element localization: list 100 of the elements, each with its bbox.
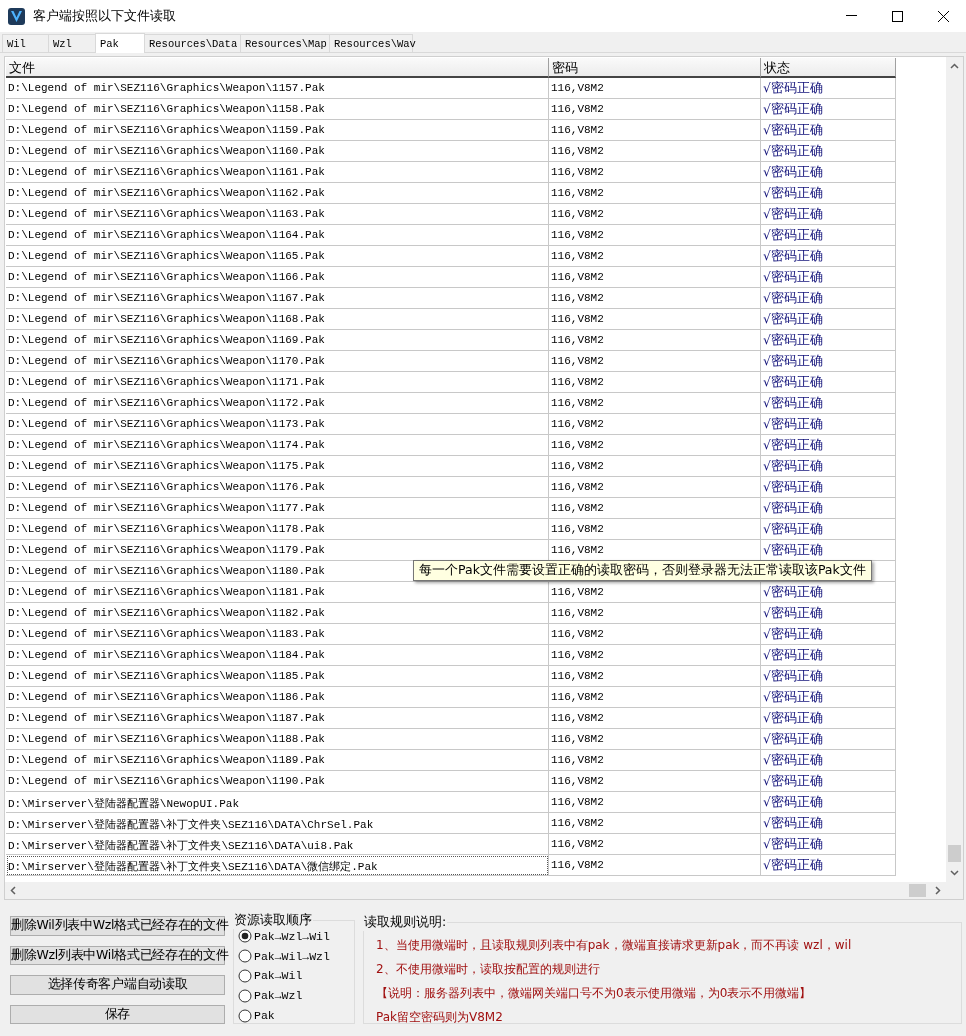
table-cell: D:\Legend of mir\SEZ116\Graphics\Weapon\1171.Pak xyxy=(6,372,549,393)
table-cell: D:\Legend of mir\SEZ116\Graphics\Weapon\1186.Pak xyxy=(6,687,549,708)
table-cell: 116,V8M2 xyxy=(549,225,761,246)
tab[interactable]: Resources\Map xyxy=(240,34,330,52)
table-cell: 116,V8M2 xyxy=(549,813,761,834)
status-cell: √密码正确 xyxy=(761,687,896,708)
table-cell: 116,V8M2 xyxy=(549,393,761,414)
radio-icon[interactable] xyxy=(238,949,252,964)
radio-checked-icon[interactable] xyxy=(238,929,252,944)
radio-option[interactable]: Pak xyxy=(238,1008,350,1023)
status-cell: √密码正确 xyxy=(761,456,896,477)
radio-icon[interactable] xyxy=(238,1008,252,1023)
table-cell: D:\Legend of mir\SEZ116\Graphics\Weapon\1159.Pak xyxy=(6,120,549,141)
table-cell: 116,V8M2 xyxy=(549,267,761,288)
table-cell: 116,V8M2 xyxy=(549,687,761,708)
scroll-left-icon xyxy=(10,886,16,895)
radio-icon[interactable] xyxy=(238,988,252,1003)
rule-text: 1、当使用微端时，且读取规则列表中有pak，微端直接请求更新pak，而不再读 wzl，wil xyxy=(376,937,853,954)
status-cell: √密码正确 xyxy=(761,288,896,309)
status-cell: √密码正确 xyxy=(761,414,896,435)
radio-option[interactable]: Pak→Wzl→Wil xyxy=(238,929,350,944)
table-cell: 116,V8M2 xyxy=(549,162,761,183)
status-cell: √密码正确 xyxy=(761,351,896,372)
table-cell: D:\Legend of mir\SEZ116\Graphics\Weapon\1188.Pak xyxy=(6,729,549,750)
table-cell: D:\Mirserver\登陆器配置器\NewopUI.Pak xyxy=(6,792,549,813)
table-cell: 116,V8M2 xyxy=(549,477,761,498)
status-cell: √密码正确 xyxy=(761,225,896,246)
tab[interactable]: Pak xyxy=(95,33,145,53)
table-cell: 116,V8M2 xyxy=(549,141,761,162)
table-cell: D:\Legend of mir\SEZ116\Graphics\Weapon\1190.Pak xyxy=(6,771,549,792)
table-cell: 116,V8M2 xyxy=(549,729,761,750)
horizontal-scrollbar[interactable] xyxy=(5,882,946,899)
status-cell: √密码正确 xyxy=(761,393,896,414)
table-cell: D:\Legend of mir\SEZ116\Graphics\Weapon\1185.Pak xyxy=(6,666,549,687)
tooltip: 每一个Pak文件需要设置正确的读取密码，否则登录器无法正常读取该Pak文件 xyxy=(413,560,872,581)
status-cell: √密码正确 xyxy=(761,813,896,834)
table-cell: D:\Legend of mir\SEZ116\Graphics\Weapon\1187.Pak xyxy=(6,708,549,729)
status-cell: √密码正确 xyxy=(761,309,896,330)
table-cell: D:\Legend of mir\SEZ116\Graphics\Weapon\1184.Pak xyxy=(6,645,549,666)
tab[interactable]: Wil xyxy=(2,34,49,52)
status-cell: √密码正确 xyxy=(761,477,896,498)
table-cell: D:\Legend of mir\SEZ116\Graphics\Weapon\1183.Pak xyxy=(6,624,549,645)
status-cell: √密码正确 xyxy=(761,435,896,456)
status-cell: √密码正确 xyxy=(761,120,896,141)
column-header[interactable]: 文件 xyxy=(6,58,549,78)
table-cell: 116,V8M2 xyxy=(549,183,761,204)
table-cell: D:\Legend of mir\SEZ116\Graphics\Weapon\1176.Pak xyxy=(6,477,549,498)
table-cell: 116,V8M2 xyxy=(549,750,761,771)
rule-text: Pak留空密码则为V8M2 xyxy=(376,1009,504,1026)
scrollbar-thumb[interactable] xyxy=(909,884,926,897)
table-cell: D:\Legend of mir\SEZ116\Graphics\Weapon\1158.Pak xyxy=(6,99,549,120)
status-cell: √密码正确 xyxy=(761,498,896,519)
table-cell: 116,V8M2 xyxy=(549,99,761,120)
column-header[interactable]: 状态 xyxy=(761,58,896,78)
table-cell: D:\Legend of mir\SEZ116\Graphics\Weapon\1157.Pak xyxy=(6,78,549,99)
status-cell: √密码正确 xyxy=(761,855,896,876)
table-cell: D:\Mirserver\登陆器配置器\补丁文件夹\SEZ116\DATA\ChrSel.Pak xyxy=(6,813,549,834)
table-cell: 116,V8M2 xyxy=(549,246,761,267)
table-cell: 116,V8M2 xyxy=(549,498,761,519)
table-cell: D:\Legend of mir\SEZ116\Graphics\Weapon\1173.Pak xyxy=(6,414,549,435)
scrollbar-thumb[interactable] xyxy=(948,845,961,862)
action-button[interactable]: 选择传奇客户端自动读取 xyxy=(10,975,225,995)
radio-icon[interactable] xyxy=(238,969,252,983)
table-cell: D:\Legend of mir\SEZ116\Graphics\Weapon\1167.Pak xyxy=(6,288,549,309)
table-cell: D:\Legend of mir\SEZ116\Graphics\Weapon\1163.Pak xyxy=(6,204,549,225)
scroll-down-icon xyxy=(950,870,959,876)
table-cell: D:\Legend of mir\SEZ116\Graphics\Weapon\1160.Pak xyxy=(6,141,549,162)
radio-option[interactable]: Pak→Wzl xyxy=(238,988,350,1004)
table-cell: D:\Legend of mir\SEZ116\Graphics\Weapon\1168.Pak xyxy=(6,309,549,330)
rule-text: 2、不使用微端时，读取按配置的规则进行 xyxy=(376,961,601,978)
action-button[interactable]: 保存 xyxy=(10,1004,225,1024)
status-cell: √密码正确 xyxy=(761,729,896,750)
table-cell: 116,V8M2 xyxy=(549,666,761,687)
status-cell: √密码正确 xyxy=(761,603,896,624)
group-title: 读取规则说明: xyxy=(363,914,448,931)
status-cell: √密码正确 xyxy=(761,582,896,603)
table-cell: 116,V8M2 xyxy=(549,624,761,645)
table-cell: D:\Legend of mir\SEZ116\Graphics\Weapon\1175.Pak xyxy=(6,456,549,477)
table-cell: 116,V8M2 xyxy=(549,288,761,309)
table-cell: D:\Legend of mir\SEZ116\Graphics\Weapon\1177.Pak xyxy=(6,498,549,519)
table-cell: D:\Legend of mir\SEZ116\Graphics\Weapon\1169.Pak xyxy=(6,330,549,351)
status-cell: √密码正确 xyxy=(761,162,896,183)
column-header[interactable]: 密码 xyxy=(549,58,761,78)
scroll-right-icon xyxy=(935,886,941,895)
scroll-up-icon xyxy=(950,63,959,69)
table-cell: D:\Legend of mir\SEZ116\Graphics\Weapon\1182.Pak xyxy=(6,603,549,624)
table-cell: D:\Mirserver\登陆器配置器\补丁文件夹\SEZ116\DATA\微信绑定.Pak xyxy=(6,855,549,876)
status-cell: √密码正确 xyxy=(761,834,896,855)
table-cell: 116,V8M2 xyxy=(549,372,761,393)
table-cell: 116,V8M2 xyxy=(549,414,761,435)
window-title: 客户端按照以下文件读取 xyxy=(33,7,177,25)
table-cell: 116,V8M2 xyxy=(549,834,761,855)
radio-option[interactable]: Pak→Wil xyxy=(238,968,350,984)
table-cell: 116,V8M2 xyxy=(549,708,761,729)
table-cell: 116,V8M2 xyxy=(549,78,761,99)
vertical-scrollbar[interactable] xyxy=(946,57,963,882)
table-cell: 116,V8M2 xyxy=(549,435,761,456)
status-cell: √密码正确 xyxy=(761,624,896,645)
radio-option[interactable]: Pak→Wil→Wzl xyxy=(238,948,350,964)
status-cell: √密码正确 xyxy=(761,78,896,99)
